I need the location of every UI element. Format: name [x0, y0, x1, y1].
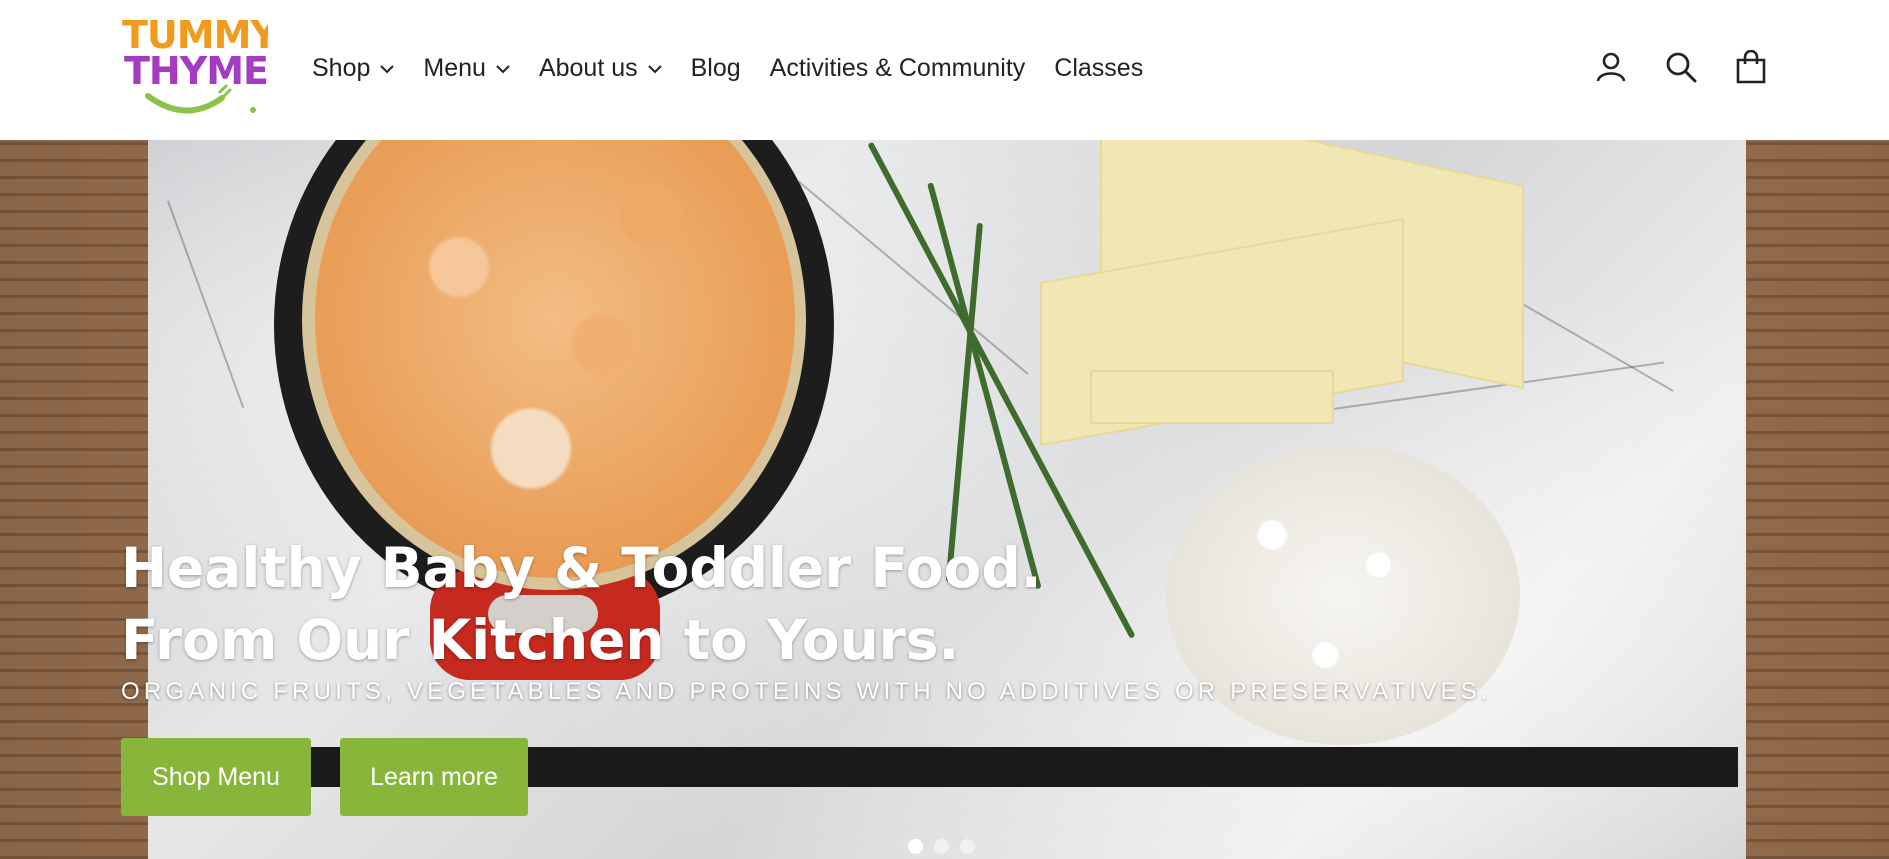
hero-headline: Healthy Baby & Toddler Food. From Our Ki… [121, 532, 1042, 676]
nav-item-label: Blog [690, 53, 741, 82]
cheese-slice [1090, 370, 1334, 424]
nav-item-label: Shop [312, 53, 371, 82]
main-navigation: Shop Menu About us Blog Activities & Com… [312, 48, 1172, 88]
search-icon [1666, 52, 1697, 83]
chevron-down-icon [647, 65, 662, 74]
slideshow-dots [908, 839, 975, 854]
site-header: TUMMY THYME Shop Menu About us Blog Acti… [0, 0, 1889, 140]
marble-vein [167, 200, 245, 409]
header-icons [1593, 48, 1769, 86]
nav-item-blog[interactable]: Blog [691, 54, 741, 83]
tummy-thyme-logo[interactable]: TUMMY THYME [118, 12, 279, 124]
cart-button[interactable] [1733, 48, 1769, 86]
shop-menu-button[interactable]: Shop Menu [121, 738, 311, 816]
nav-item-activities-community[interactable]: Activities & Community [770, 54, 1026, 83]
account-icon [1596, 52, 1626, 82]
learn-more-button[interactable]: Learn more [340, 738, 528, 816]
chevron-down-icon [496, 65, 510, 74]
cart-icon [1736, 50, 1766, 84]
slide-dot-3[interactable] [960, 839, 975, 854]
svg-text:THYME: THYME [124, 49, 268, 93]
nav-item-label: About us [538, 53, 638, 82]
chevron-down-icon [380, 65, 395, 74]
nav-item-menu[interactable]: Menu [423, 54, 510, 83]
account-button[interactable] [1593, 48, 1629, 86]
nav-item-classes[interactable]: Classes [1054, 54, 1143, 83]
nav-item-about-us[interactable]: About us [539, 54, 662, 83]
hero-headline-line1: Healthy Baby & Toddler Food. [121, 536, 1042, 600]
hero-headline-line2: From Our Kitchen to Yours. [121, 608, 960, 672]
logo-graphic: TUMMY THYME [122, 13, 279, 114]
nav-item-label: Classes [1054, 53, 1144, 82]
slide-dot-1[interactable] [908, 839, 923, 854]
nav-item-shop[interactable]: Shop [312, 53, 395, 83]
slide-dot-2[interactable] [934, 839, 949, 854]
nav-item-label: Activities & Community [769, 53, 1026, 82]
search-button[interactable] [1663, 48, 1699, 86]
nav-item-label: Menu [423, 53, 486, 82]
hero-tagline: ORGANIC FRUITS, VEGETABLES AND PROTEINS … [121, 678, 1492, 705]
